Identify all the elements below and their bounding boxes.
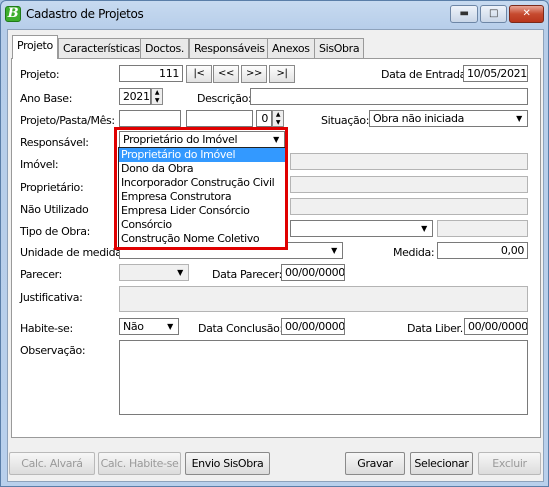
situacao-select[interactable]: Obra não iniciada ▼ xyxy=(369,110,528,127)
situacao-label: Situação: xyxy=(321,114,370,127)
unidade-medida-label: Unidade de medida: xyxy=(20,246,125,259)
spin-down-icon[interactable]: ▼ xyxy=(152,97,162,105)
chevron-down-icon[interactable]: ▼ xyxy=(269,133,283,146)
data-entrada-input[interactable]: 10/05/2021 xyxy=(463,65,528,82)
tipo-obra-code-field xyxy=(437,220,528,237)
tab-label: Características xyxy=(63,42,140,55)
responsavel-label: Responsável: xyxy=(20,136,89,149)
projeto-label: Projeto: xyxy=(20,68,60,81)
tab-projeto[interactable]: Projeto xyxy=(12,35,58,59)
ano-base-label: Ano Base: xyxy=(20,92,73,105)
data-conclusao-input[interactable]: 00/00/0000 xyxy=(281,318,345,335)
parecer-select[interactable]: ▼ xyxy=(119,264,189,281)
calc-alvara-button[interactable]: Calc. Alvará xyxy=(9,452,95,475)
gravar-button[interactable]: Gravar xyxy=(345,452,405,475)
maximize-button[interactable]: □ xyxy=(480,5,507,23)
data-liber-label: Data Liber.: xyxy=(407,322,467,335)
chevron-down-icon[interactable]: ▼ xyxy=(417,222,431,235)
data-entrada-label: Data de Entrada: xyxy=(381,68,470,81)
first-record-button[interactable]: |< xyxy=(186,65,212,83)
data-conclusao-label: Data Conclusão: xyxy=(198,322,283,335)
dropdown-option[interactable]: Empresa Construtora xyxy=(119,190,286,204)
window-title: Cadastro de Projetos xyxy=(26,7,144,21)
data-liber-input[interactable]: 00/00/0000 xyxy=(464,318,528,335)
descricao-label: Descrição: xyxy=(197,92,252,105)
medida-label: Medida: xyxy=(393,246,435,259)
tab-label: Projeto xyxy=(17,39,53,52)
observacao-label: Observação: xyxy=(20,344,86,357)
dropdown-option[interactable]: Proprietário do Imóvel xyxy=(119,148,286,162)
dropdown-option[interactable]: Construção Nome Coletivo xyxy=(119,232,286,246)
observacao-textarea[interactable] xyxy=(119,340,528,415)
data-parecer-input[interactable]: 00/00/0000 xyxy=(281,264,345,281)
main-window: B Cadastro de Projetos ▬ □ ✕ Projeto Car… xyxy=(0,0,549,487)
nao-utilizado-field xyxy=(290,198,528,215)
app-logo-icon: B xyxy=(5,6,21,22)
responsavel-select[interactable]: Proprietário do Imóvel ▼ xyxy=(119,131,285,148)
tab-anexos[interactable]: Anexos xyxy=(267,38,315,58)
close-button[interactable]: ✕ xyxy=(509,5,544,23)
selecionar-button[interactable]: Selecionar xyxy=(410,452,473,475)
pasta-input[interactable] xyxy=(186,110,253,127)
imovel-field xyxy=(290,153,528,170)
justificativa-field xyxy=(119,286,528,312)
proprietario-field xyxy=(290,176,528,193)
chevron-down-icon[interactable]: ▼ xyxy=(173,266,187,279)
tab-label: Anexos xyxy=(272,42,310,55)
projeto-pasta-mes-label: Projeto/Pasta/Mês: xyxy=(20,114,115,127)
previous-record-button[interactable]: << xyxy=(213,65,239,83)
descricao-input[interactable] xyxy=(250,88,528,105)
habite-se-label: Habite-se: xyxy=(20,322,73,335)
projeto-pasta-input[interactable] xyxy=(119,110,181,127)
habite-se-value: Não xyxy=(123,320,144,333)
title-bar: B Cadastro de Projetos ▬ □ ✕ xyxy=(1,1,548,29)
last-record-button[interactable]: >| xyxy=(269,65,295,83)
tab-caracteristicas[interactable]: Características xyxy=(58,38,145,58)
tab-label: SisObra xyxy=(319,42,360,55)
tipo-obra-label: Tipo de Obra: xyxy=(20,225,90,238)
next-record-button[interactable]: >> xyxy=(241,65,267,83)
ano-base-input[interactable]: 2021 xyxy=(119,88,151,105)
parecer-label: Parecer: xyxy=(20,268,62,281)
envio-sisobra-button[interactable]: Envio SisObra xyxy=(185,452,270,475)
data-parecer-label: Data Parecer: xyxy=(212,268,282,281)
chevron-down-icon[interactable]: ▼ xyxy=(512,112,526,125)
habite-se-select[interactable]: Não ▼ xyxy=(119,318,179,335)
calc-habite-se-button[interactable]: Calc. Habite-se xyxy=(98,452,181,475)
minimize-button[interactable]: ▬ xyxy=(450,5,478,23)
dropdown-option[interactable]: Incorporador Construção Civil xyxy=(119,176,286,190)
imovel-label: Imóvel: xyxy=(20,158,59,171)
chevron-down-icon[interactable]: ▼ xyxy=(327,244,341,257)
proprietario-label: Proprietário: xyxy=(20,181,84,194)
situacao-value: Obra não iniciada xyxy=(373,112,465,125)
mes-input[interactable]: 0 xyxy=(256,110,272,127)
dropdown-option[interactable]: Consórcio xyxy=(119,218,286,232)
nao-utilizado-label: Não Utilizado xyxy=(20,203,89,216)
tab-responsaveis[interactable]: Responsáveis xyxy=(189,38,270,58)
responsavel-value: Proprietário do Imóvel xyxy=(123,133,238,146)
projeto-input[interactable]: 111 xyxy=(119,65,183,82)
mes-spinner[interactable]: ▲ ▼ xyxy=(272,110,284,127)
chevron-down-icon[interactable]: ▼ xyxy=(163,320,177,333)
excluir-button[interactable]: Excluir xyxy=(478,452,541,475)
dropdown-option[interactable]: Empresa Lider Consórcio xyxy=(119,204,286,218)
tab-sisobra[interactable]: SisObra xyxy=(314,38,365,58)
responsavel-dropdown-list: Proprietário do Imóvel Dono da Obra Inco… xyxy=(118,147,287,248)
tab-label: Doctos. xyxy=(145,42,185,55)
tipo-obra-select[interactable]: ▼ xyxy=(290,220,433,237)
tab-doctos[interactable]: Doctos. xyxy=(140,38,190,58)
ano-base-spinner[interactable]: ▲ ▼ xyxy=(151,88,163,105)
spin-up-icon[interactable]: ▲ xyxy=(273,111,283,119)
tab-label: Responsáveis xyxy=(194,42,265,55)
dropdown-option[interactable]: Dono da Obra xyxy=(119,162,286,176)
justificativa-label: Justificativa: xyxy=(20,291,83,304)
spin-down-icon[interactable]: ▼ xyxy=(273,119,283,127)
spin-up-icon[interactable]: ▲ xyxy=(152,89,162,97)
medida-input[interactable]: 0,00 xyxy=(437,242,528,259)
